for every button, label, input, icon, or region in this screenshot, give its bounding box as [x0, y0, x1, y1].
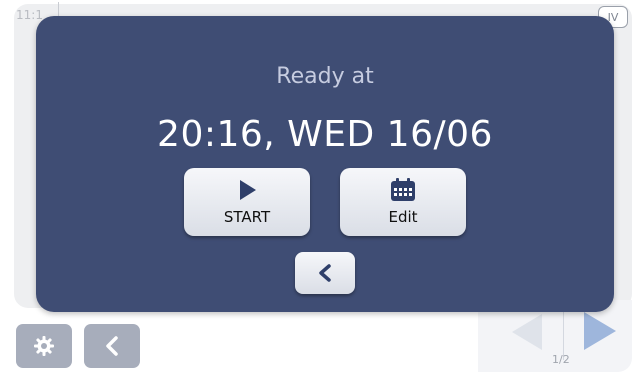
next-page-arrow-icon[interactable]: [584, 312, 616, 350]
settings-button[interactable]: [16, 324, 72, 368]
gear-icon: [34, 336, 54, 356]
header-divider: [58, 2, 59, 16]
clock-time: 11:1: [16, 8, 43, 22]
ready-datetime: 20:16, WED 16/06: [157, 114, 493, 155]
play-icon: [240, 180, 256, 200]
edit-button[interactable]: Edit: [340, 168, 466, 236]
back-button[interactable]: [84, 324, 140, 368]
chevron-left-icon: [319, 264, 331, 282]
start-button-label: START: [223, 208, 271, 226]
calendar-icon: [391, 178, 415, 201]
edit-button-label: Edit: [388, 208, 418, 226]
page-indicator: 1/2: [552, 353, 570, 366]
dialog-back-button[interactable]: [295, 252, 355, 294]
chevron-left-icon: [106, 336, 118, 356]
previous-page-arrow-icon[interactable]: [512, 314, 542, 350]
ready-at-dialog: Ready at 20:16, WED 16/06 START Edit: [36, 16, 614, 312]
ready-at-label: Ready at: [276, 64, 374, 89]
start-button[interactable]: START: [184, 168, 310, 236]
